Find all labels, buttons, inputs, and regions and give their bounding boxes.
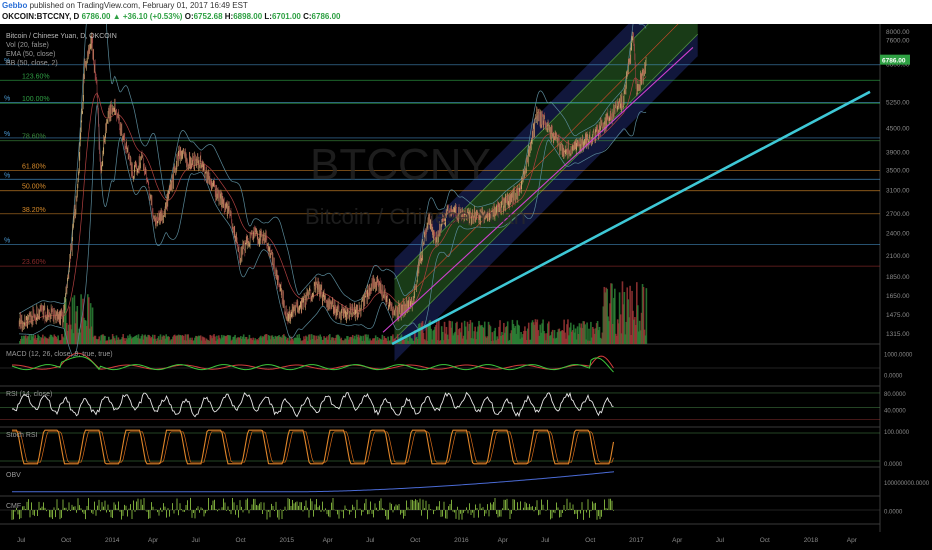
volume-bar: [438, 319, 440, 344]
last-price-tag-label: 6786.00: [882, 58, 906, 65]
fib-label: 61.80%: [22, 163, 46, 170]
time-tick-label: Oct: [236, 537, 246, 544]
stoch-title: Stoch RSI: [6, 432, 38, 439]
quote-line: OKCOIN:BTCCNY, D 6786.00 ▲ +36.10 (+0.53…: [2, 12, 340, 21]
fib-label: 78.60%: [22, 134, 46, 141]
fib-label: %: [4, 96, 10, 103]
legend-main-title: Bitcoin / Chinese Yuan, D, OKCOIN: [6, 33, 117, 40]
time-tick-label: 2016: [454, 537, 469, 544]
low-value: 6701.00: [271, 12, 301, 21]
indicator-tick-label: 80.0000: [884, 392, 906, 398]
fib-label: %: [4, 131, 10, 138]
volume-bar: [645, 288, 648, 344]
time-tick-label: Apr: [323, 537, 334, 544]
last-price: 6786.00: [81, 12, 111, 21]
time-tick-label: 2014: [105, 537, 120, 544]
obv-title: OBV: [6, 472, 21, 479]
volume-bar: [506, 321, 509, 344]
fib-label: 38.20%: [22, 207, 46, 214]
price-tick-label: 7600.00: [886, 38, 910, 45]
indicator-tick-label: 0.0000: [884, 509, 903, 515]
price-tick-label: 2700.00: [886, 211, 910, 218]
price-tick-label: 3500.00: [886, 167, 910, 174]
symbol-label: OKCOIN:BTCCNY, D: [2, 12, 80, 21]
time-tick-label: Apr: [672, 537, 683, 544]
high-label: H:: [224, 12, 234, 21]
fib-label: %: [4, 172, 10, 179]
publish-header: Gebbo published on TradingView.com, Febr…: [0, 0, 932, 24]
time-tick-label: Oct: [410, 537, 420, 544]
fib-label: 23.60%: [22, 259, 46, 266]
price-tick-label: 1850.00: [886, 274, 910, 281]
fib-label: 50.00%: [22, 184, 46, 191]
macd-title: MACD (12, 26, close, 9, true, true): [6, 351, 113, 358]
time-tick-label: Apr: [148, 537, 159, 544]
legend-volume: Vol (20, false): [6, 42, 49, 49]
rsi-title: RSI (14, close): [6, 391, 52, 398]
price-tick-label: 1315.00: [886, 331, 910, 338]
time-tick-label: Oct: [585, 537, 595, 544]
time-tick-label: Jul: [716, 537, 725, 544]
time-tick-label: Jul: [541, 537, 550, 544]
high-value: 6898.00: [233, 12, 263, 21]
indicator-tick-label: 0.0000: [884, 374, 903, 380]
legend-ema: EMA (50, close): [6, 51, 55, 58]
price-tick-label: 5250.00: [886, 100, 910, 107]
indicator-tick-label: 0.0000: [884, 462, 903, 468]
publish-text: published on TradingView.com, February 0…: [29, 1, 248, 10]
price-tick-label: 1650.00: [886, 293, 910, 300]
publish-line: Gebbo published on TradingView.com, Febr…: [2, 1, 248, 10]
price-tick-label: 8000.00: [886, 29, 910, 36]
price-change: ▲ +36.10 (+0.53%): [112, 12, 183, 21]
price-tick-label: 3900.00: [886, 149, 910, 156]
time-tick-label: Apr: [498, 537, 509, 544]
fib-label: 100.00%: [22, 96, 50, 103]
price-tick-label: 4500.00: [886, 125, 910, 132]
watermark-symbol: BTCCNY: [310, 140, 491, 189]
low-label: L:: [264, 12, 272, 21]
close-label: C:: [303, 12, 312, 21]
indicator-tick-label: 100.0000: [884, 430, 910, 436]
price-tick-label: 1475.00: [886, 312, 910, 319]
price-tick-label: 2400.00: [886, 231, 910, 238]
time-tick-label: 2015: [280, 537, 295, 544]
time-tick-label: 2018: [804, 537, 819, 544]
close-value: 6786.00: [311, 12, 341, 21]
fib-label: %: [4, 237, 10, 244]
time-tick-label: Jul: [366, 537, 375, 544]
open-label: O:: [184, 12, 194, 21]
time-tick-label: Apr: [847, 537, 858, 544]
time-tick-label: Jul: [192, 537, 201, 544]
author-link[interactable]: Gebbo: [2, 1, 27, 10]
cmf-title: CMF: [6, 503, 21, 510]
price-tick-label: 2100.00: [886, 253, 910, 260]
time-tick-label: 2017: [629, 537, 644, 544]
fib-label: 123.60%: [22, 73, 50, 80]
open-value: 6752.68: [193, 12, 223, 21]
chart-canvas[interactable]: % 123.60%% 100.00%% 78.60% 61.80%% 50.00% 38.2…: [0, 24, 932, 550]
legend-bb: BB (50, close, 2): [6, 60, 58, 67]
indicator-tick-label: 1000.0000: [884, 353, 913, 359]
price-tick-label: 3100.00: [886, 188, 910, 195]
indicator-tick-label: 40.0000: [884, 409, 906, 415]
time-tick-label: Oct: [61, 537, 71, 544]
indicator-tick-label: 100000000.0000: [884, 481, 930, 487]
time-tick-label: Jul: [17, 537, 26, 544]
time-tick-label: Oct: [760, 537, 770, 544]
watermark-name: Bitcoin / Chinese Yuan: [305, 204, 526, 229]
